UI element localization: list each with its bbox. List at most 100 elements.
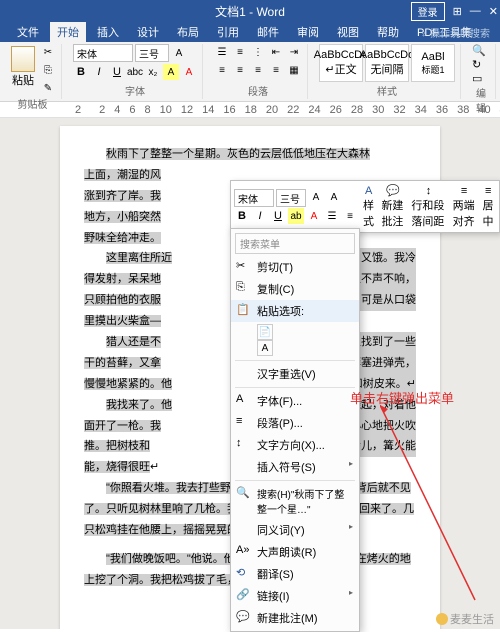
multilevel-icon[interactable]: ⋮ bbox=[250, 44, 266, 60]
font-group: 宋体 三号 A B I U abc x₂ A A 字体 bbox=[68, 44, 203, 99]
watermark: 麦麦生活 bbox=[436, 611, 494, 627]
mini-shrink-icon[interactable]: A bbox=[326, 189, 342, 205]
clipboard-group: 粘贴 ✂ ⎘ ✎ 剪贴板 bbox=[4, 44, 62, 99]
font-size-select[interactable]: 三号 bbox=[135, 44, 169, 62]
window-help-icon[interactable]: ⊞ bbox=[453, 5, 462, 18]
style-heading1[interactable]: AaBl标题1 bbox=[411, 44, 455, 82]
mini-fontcolor-icon[interactable]: A bbox=[306, 208, 322, 224]
minimize-icon[interactable]: — bbox=[470, 5, 481, 17]
cut-icon[interactable]: ✂ bbox=[40, 44, 56, 60]
ctx-paragraph[interactable]: ≡段落(P)... bbox=[231, 412, 359, 434]
paste-icon: 📋 bbox=[236, 303, 250, 317]
bold-icon[interactable]: B bbox=[73, 64, 89, 80]
mini-highlight-icon[interactable]: ab bbox=[288, 208, 304, 224]
align-left-icon[interactable]: ≡ bbox=[214, 62, 230, 78]
font-name-select[interactable]: 宋体 bbox=[73, 44, 133, 62]
tab-design[interactable]: 设计 bbox=[130, 22, 166, 42]
font-color-icon[interactable]: A bbox=[181, 64, 197, 80]
speaker-icon: A» bbox=[236, 544, 250, 558]
ctx-synonym[interactable]: 同义词(Y)▸ bbox=[231, 519, 359, 541]
ctx-text-direction[interactable]: ↕文字方向(X)... bbox=[231, 434, 359, 456]
tab-help[interactable]: 帮助 bbox=[370, 22, 406, 42]
translate-icon: ⟲ bbox=[236, 566, 250, 580]
style-nospacing[interactable]: AaBbCcDd无间隔 bbox=[365, 44, 409, 82]
ribbon-tabs: 文件 开始 插入 设计 布局 引用 邮件 审阅 视图 帮助 PDF工具集 ♀ 操… bbox=[0, 22, 500, 42]
tab-review[interactable]: 审阅 bbox=[290, 22, 326, 42]
copy-icon[interactable]: ⎘ bbox=[40, 62, 56, 78]
justify-icon[interactable]: ≡ bbox=[268, 62, 284, 78]
ribbon: 粘贴 ✂ ⎘ ✎ 剪贴板 宋体 三号 A B I U abc x₂ A bbox=[0, 42, 500, 102]
ctx-translate[interactable]: ⟲翻译(S) bbox=[231, 563, 359, 585]
tab-layout[interactable]: 布局 bbox=[170, 22, 206, 42]
ctx-cut[interactable]: ✂剪切(T) bbox=[231, 256, 359, 278]
subscript-icon[interactable]: x₂ bbox=[145, 64, 161, 80]
mini-style-button[interactable]: A样式 bbox=[361, 185, 376, 229]
comment-icon: 💬 bbox=[236, 610, 250, 624]
numbering-icon[interactable]: ≡ bbox=[232, 44, 248, 60]
tab-view[interactable]: 视图 bbox=[330, 22, 366, 42]
paragraph-icon: ≡ bbox=[236, 415, 250, 429]
mini-justify-button[interactable]: ≡两端对齐 bbox=[451, 185, 478, 229]
paragraph-group: ☰ ≡ ⋮ ⇤ ⇥ ≡ ≡ ≡ ≡ ▦ 段落 bbox=[209, 44, 308, 99]
bullets-icon[interactable]: ☰ bbox=[214, 44, 230, 60]
mini-newcomment-button[interactable]: 💬新建批注 bbox=[379, 184, 406, 229]
tab-file[interactable]: 文件 bbox=[10, 22, 46, 42]
mini-toolbar: 宋体 三号 A A B I U ab A ☰ ≡ A样式 💬新建批注 ↕行和段落… bbox=[230, 180, 500, 233]
direction-icon: ↕ bbox=[236, 437, 250, 451]
select-icon[interactable]: ▭ bbox=[472, 72, 490, 85]
grow-font-icon[interactable]: A bbox=[171, 45, 187, 61]
align-center-icon[interactable]: ≡ bbox=[232, 62, 248, 78]
ctx-insert-symbol[interactable]: 插入符号(S)▸ bbox=[231, 456, 359, 478]
tab-insert[interactable]: 插入 bbox=[90, 22, 126, 42]
clipboard-icon bbox=[11, 46, 35, 72]
style-normal[interactable]: AaBbCcDd↵正文 bbox=[319, 44, 363, 82]
format-painter-icon[interactable]: ✎ bbox=[40, 80, 56, 96]
ctx-search-input[interactable]: 搜索菜单 bbox=[235, 233, 355, 254]
paste-keep-formatting-icon[interactable]: 📄 bbox=[257, 324, 273, 340]
ctx-readaloud[interactable]: A»大声朗读(R) bbox=[231, 541, 359, 563]
mini-center-button[interactable]: ≡居中 bbox=[481, 185, 496, 229]
italic-icon[interactable]: I bbox=[91, 64, 107, 80]
highlight-icon[interactable]: A bbox=[163, 64, 179, 80]
editing-group: 🔍 ↻ ▭ 编辑 bbox=[467, 44, 496, 99]
search-icon: 🔍 bbox=[236, 486, 250, 500]
ctx-font[interactable]: A字体(F)... bbox=[231, 390, 359, 412]
mini-italic-icon[interactable]: I bbox=[252, 208, 268, 224]
mini-linespacing-button[interactable]: ↕行和段落间距 bbox=[409, 185, 447, 229]
mini-underline-icon[interactable]: U bbox=[270, 208, 286, 224]
mini-numbering-icon[interactable]: ≡ bbox=[342, 208, 358, 224]
ruler[interactable]: 2246810121416182022242628303234363840424… bbox=[0, 102, 500, 118]
shading-icon[interactable]: ▦ bbox=[286, 62, 302, 78]
find-icon[interactable]: 🔍 bbox=[472, 44, 490, 57]
mini-font-select[interactable]: 宋体 bbox=[234, 189, 274, 207]
ctx-paste-options[interactable]: 📋粘贴选项: bbox=[231, 300, 359, 322]
ctx-new-comment[interactable]: 💬新建批注(M) bbox=[231, 607, 359, 629]
weibo-icon bbox=[436, 613, 448, 625]
close-icon[interactable]: ✕ bbox=[489, 5, 498, 18]
scissors-icon: ✂ bbox=[236, 259, 250, 273]
tab-mailings[interactable]: 邮件 bbox=[250, 22, 286, 42]
mini-size-select[interactable]: 三号 bbox=[276, 189, 306, 207]
indent-right-icon[interactable]: ⇥ bbox=[286, 44, 302, 60]
underline-icon[interactable]: U bbox=[109, 64, 125, 80]
mini-grow-icon[interactable]: A bbox=[308, 189, 324, 205]
indent-left-icon[interactable]: ⇤ bbox=[268, 44, 284, 60]
title-bar: 文档1 - Word 登录 ⊞ — ✕ bbox=[0, 0, 500, 22]
paste-text-only-icon[interactable]: A bbox=[257, 340, 273, 356]
ctx-link[interactable]: 🔗链接(I)▸ bbox=[231, 585, 359, 607]
replace-icon[interactable]: ↻ bbox=[472, 58, 490, 71]
ctx-hanzi[interactable]: 汉字重选(V) bbox=[231, 363, 359, 385]
style-gallery[interactable]: AaBbCcDd↵正文 AaBbCcDd无间隔 AaBl标题1 bbox=[319, 44, 455, 82]
paste-button[interactable]: 粘贴 bbox=[9, 44, 37, 90]
login-button[interactable]: 登录 bbox=[411, 2, 445, 21]
tab-references[interactable]: 引用 bbox=[210, 22, 246, 42]
ctx-search-web[interactable]: 🔍搜索(H)"秋雨下了整整一个星…" bbox=[231, 483, 359, 519]
tell-me-search[interactable]: ♀ 操作说明搜索 bbox=[420, 25, 490, 40]
doc-title: 文档1 - Word bbox=[215, 3, 285, 20]
strikethrough-icon[interactable]: abc bbox=[127, 64, 143, 80]
mini-bold-icon[interactable]: B bbox=[234, 208, 250, 224]
ctx-copy[interactable]: ⎘复制(C) bbox=[231, 278, 359, 300]
mini-bullets-icon[interactable]: ☰ bbox=[324, 208, 340, 224]
align-right-icon[interactable]: ≡ bbox=[250, 62, 266, 78]
tab-home[interactable]: 开始 bbox=[50, 22, 86, 42]
